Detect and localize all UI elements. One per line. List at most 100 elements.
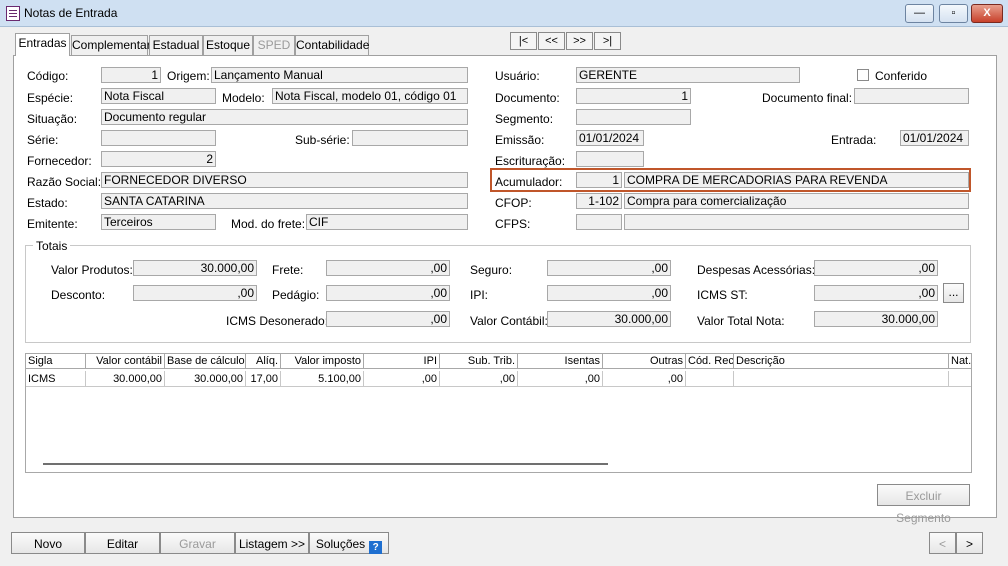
editar-button[interactable]: Editar <box>85 532 160 554</box>
situacao-field[interactable]: Documento regular <box>101 109 468 125</box>
acumulador-code-field[interactable]: 1 <box>576 172 622 188</box>
title-bar <box>0 0 1008 27</box>
cfop-code-field[interactable]: 1-102 <box>576 193 622 209</box>
column-header-ipi[interactable]: IPI <box>364 354 440 369</box>
nav-prev-button[interactable]: << <box>538 32 565 50</box>
excluir-segmento-button[interactable]: Excluir Segmento <box>877 484 970 525</box>
tab-contabilidade[interactable]: Contabilidade <box>295 35 369 55</box>
cfop-label: CFOP: <box>495 196 532 210</box>
column-header-descricao[interactable]: Descrição <box>734 354 949 369</box>
subserie-field[interactable] <box>352 130 468 146</box>
fornecedor-field[interactable]: 2 <box>101 151 216 167</box>
codigo-field[interactable]: 1 <box>101 67 161 83</box>
listagem-button[interactable]: Listagem >> <box>235 532 309 554</box>
icms-st-details-button[interactable]: ... <box>943 283 964 303</box>
column-header-isentas[interactable]: Isentas <box>518 354 603 369</box>
tab-sped: SPED <box>253 35 295 55</box>
frete-field[interactable]: ,00 <box>326 260 450 276</box>
tab-estadual[interactable]: Estadual <box>149 35 203 55</box>
solucoes-button[interactable]: Soluções? <box>309 532 389 554</box>
table-cell-ipi[interactable]: ,00 <box>364 371 440 387</box>
column-header-base-calculo[interactable]: Base de cálculo <box>165 354 246 369</box>
column-header-valor-contabil[interactable]: Valor contábil <box>86 354 165 369</box>
escrituracao-label: Escrituração: <box>495 154 566 168</box>
usuario-field[interactable]: GERENTE <box>576 67 800 83</box>
mod-frete-field[interactable]: CIF <box>306 214 468 230</box>
documento-final-field[interactable] <box>854 88 969 104</box>
serie-field[interactable] <box>101 130 216 146</box>
nav-next-button[interactable]: >> <box>566 32 593 50</box>
tab-estoque[interactable]: Estoque <box>203 35 253 55</box>
table-cell-sub-trib[interactable]: ,00 <box>440 371 518 387</box>
origem-field[interactable]: Lançamento Manual <box>211 67 468 83</box>
table-cell-outras[interactable]: ,00 <box>603 371 686 387</box>
column-header-cod-rec[interactable]: Cód. Rec. <box>686 354 734 369</box>
valor-produtos-field[interactable]: 30.000,00 <box>133 260 257 276</box>
entrada-label: Entrada: <box>831 133 877 147</box>
desconto-label: Desconto: <box>51 288 106 302</box>
column-header-aliquota[interactable]: Alíq. <box>246 354 281 369</box>
pedagio-field[interactable]: ,00 <box>326 285 450 301</box>
previous-record-button[interactable]: < <box>929 532 956 554</box>
especie-field[interactable]: Nota Fiscal <box>101 88 216 104</box>
despesas-acessorias-label: Despesas Acessórias: <box>697 263 816 277</box>
icms-st-label: ICMS ST: <box>697 288 748 302</box>
valor-contabil-field[interactable]: 30.000,00 <box>547 311 671 327</box>
razao-social-label: Razão Social: <box>27 175 102 189</box>
table-cell-aliquota[interactable]: 17,00 <box>246 371 281 387</box>
despesas-acessorias-field[interactable]: ,00 <box>814 260 938 276</box>
table-cell-nat[interactable] <box>949 371 971 387</box>
ipi-field[interactable]: ,00 <box>547 285 671 301</box>
valor-contabil-label: Valor Contábil: <box>470 314 548 328</box>
close-button[interactable]: X <box>971 4 1003 23</box>
column-header-valor-imposto[interactable]: Valor imposto <box>281 354 364 369</box>
emitente-field[interactable]: Terceiros <box>101 214 216 230</box>
cfps-description-field[interactable] <box>624 214 969 230</box>
desconto-field[interactable]: ,00 <box>133 285 257 301</box>
estado-field[interactable]: SANTA CATARINA <box>101 193 468 209</box>
documento-field[interactable]: 1 <box>576 88 691 104</box>
table-cell-descricao[interactable] <box>734 371 949 387</box>
razao-social-field[interactable]: FORNECEDOR DIVERSO <box>101 172 468 188</box>
documento-label: Documento: <box>495 91 560 105</box>
icms-desonerado-field[interactable]: ,00 <box>326 311 450 327</box>
minimize-button[interactable]: — <box>905 4 934 23</box>
table-cell-base-calculo[interactable]: 30.000,00 <box>165 371 246 387</box>
column-header-nat[interactable]: Nat. <box>949 354 971 369</box>
table-cell-valor-imposto[interactable]: 5.100,00 <box>281 371 364 387</box>
icms-st-field[interactable]: ,00 <box>814 285 938 301</box>
grid-horizontal-scrollbar[interactable] <box>43 463 608 465</box>
valor-produtos-label: Valor Produtos: <box>51 263 133 277</box>
nav-last-button[interactable]: >| <box>594 32 621 50</box>
emissao-field[interactable]: 01/01/2024 <box>576 130 644 146</box>
column-header-sigla[interactable]: Sigla <box>26 354 86 369</box>
impostos-grid: Sigla Valor contábil Base de cálculo Alí… <box>25 353 972 473</box>
restore-button[interactable]: ▫ <box>939 4 968 23</box>
cfps-code-field[interactable] <box>576 214 622 230</box>
table-cell-sigla[interactable]: ICMS <box>26 371 86 387</box>
frete-label: Frete: <box>272 263 304 277</box>
tab-complementar[interactable]: Complementar <box>71 35 151 55</box>
seguro-field[interactable]: ,00 <box>547 260 671 276</box>
subserie-label: Sub-série: <box>295 133 350 147</box>
gravar-button[interactable]: Gravar <box>160 532 235 554</box>
next-record-button[interactable]: > <box>956 532 983 554</box>
table-cell-cod-rec[interactable] <box>686 371 734 387</box>
conferido-checkbox[interactable] <box>857 69 869 81</box>
tab-entradas[interactable]: Entradas <box>15 33 70 56</box>
table-cell-valor-contabil[interactable]: 30.000,00 <box>86 371 165 387</box>
nav-first-button[interactable]: |< <box>510 32 537 50</box>
novo-button[interactable]: Novo <box>11 532 85 554</box>
column-header-outras[interactable]: Outras <box>603 354 686 369</box>
valor-total-nota-label: Valor Total Nota: <box>697 314 785 328</box>
escrituracao-field[interactable] <box>576 151 644 167</box>
acumulador-description-field[interactable]: COMPRA DE MERCADORIAS PARA REVENDA <box>624 172 969 188</box>
column-header-sub-trib[interactable]: Sub. Trib. <box>440 354 518 369</box>
entrada-field[interactable]: 01/01/2024 <box>900 130 969 146</box>
cfop-description-field[interactable]: Compra para comercialização <box>624 193 969 209</box>
modelo-field[interactable]: Nota Fiscal, modelo 01, código 01 <box>272 88 468 104</box>
segmento-field[interactable] <box>576 109 691 125</box>
valor-total-nota-field[interactable]: 30.000,00 <box>814 311 938 327</box>
table-cell-isentas[interactable]: ,00 <box>518 371 603 387</box>
estado-label: Estado: <box>27 196 68 210</box>
